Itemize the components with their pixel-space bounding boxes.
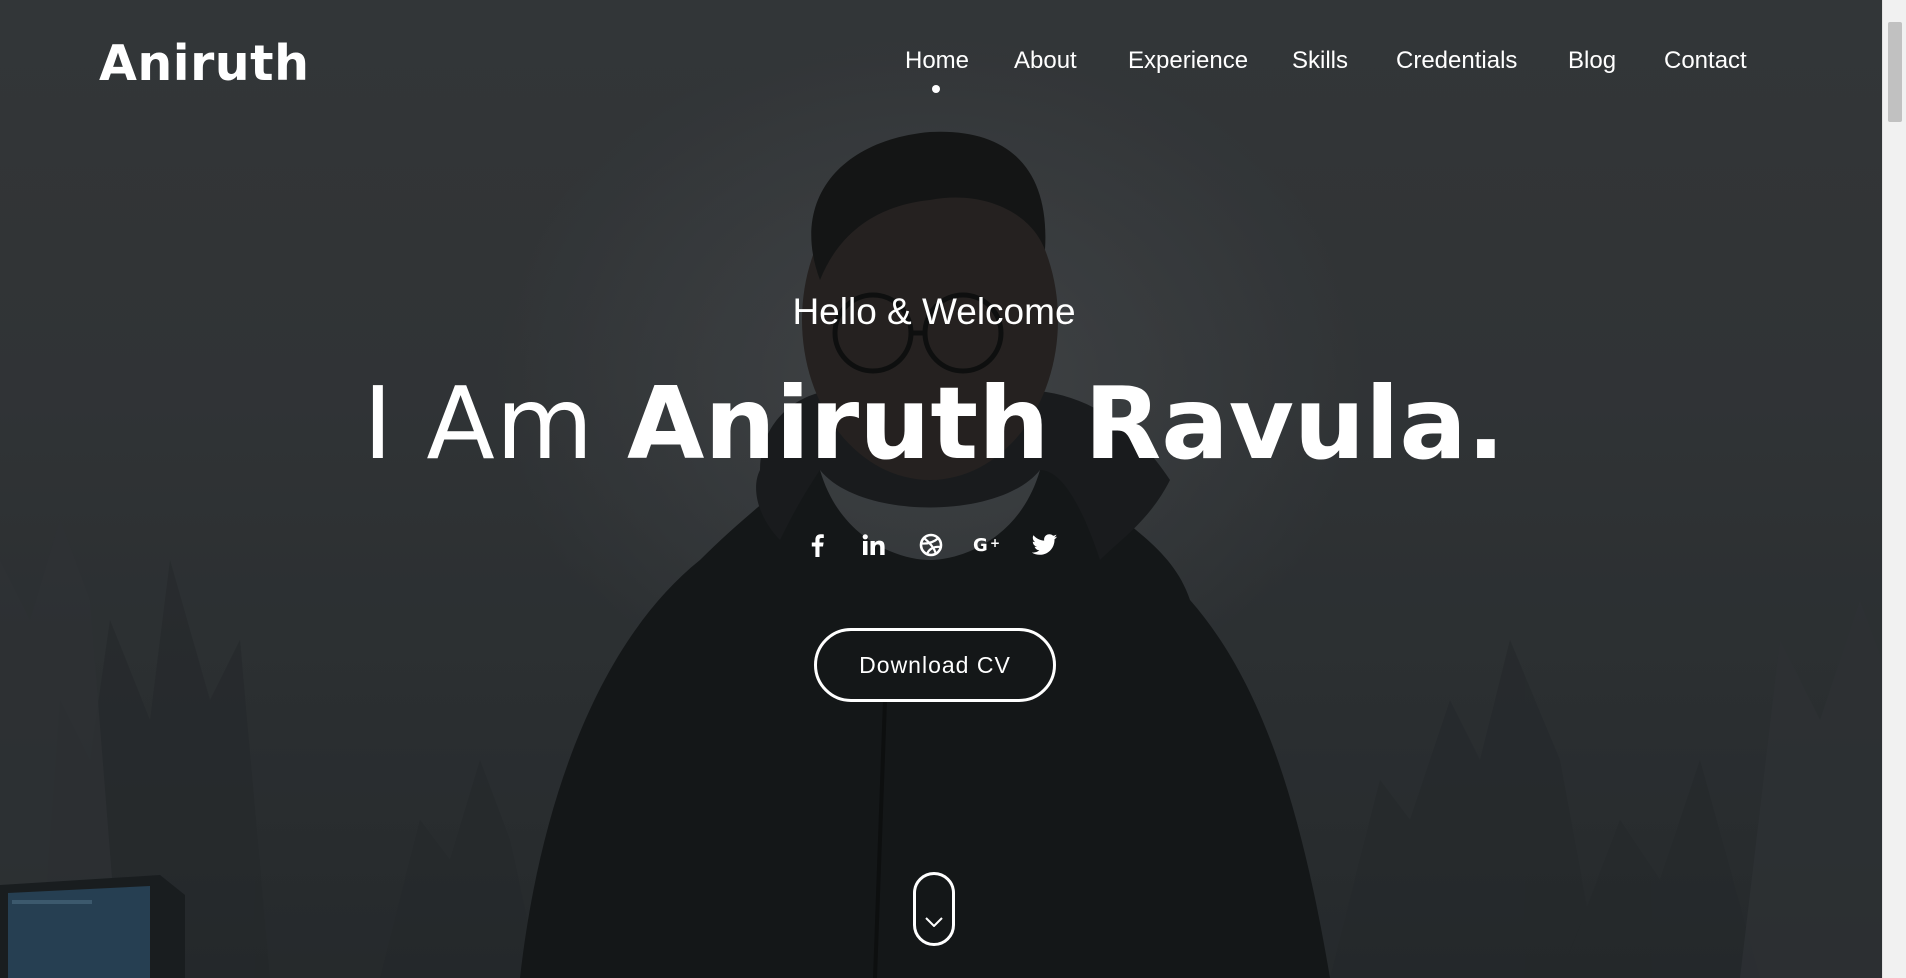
site-logo[interactable]: Aniruth	[99, 30, 309, 98]
chevron-down-icon	[925, 912, 943, 931]
scroll-down-button[interactable]	[913, 872, 955, 946]
google-plus-icon[interactable]: G +	[971, 528, 1005, 562]
headline-name: Aniruth Ravula.	[627, 365, 1505, 482]
nav-item-blog[interactable]: Blog	[1568, 44, 1616, 78]
svg-text:G: G	[973, 535, 988, 556]
scrollbar-thumb[interactable]	[1888, 22, 1902, 122]
nav-item-home[interactable]: Home	[905, 44, 969, 78]
nav-active-indicator	[932, 85, 940, 93]
page: Aniruth Home About Experience Skills Cre…	[0, 0, 1906, 978]
hero-headline: I Am Aniruth Ravula.	[0, 362, 1868, 486]
main-nav: Home About Experience Skills Credentials…	[880, 44, 1780, 93]
twitter-icon[interactable]	[1028, 528, 1062, 562]
nav-item-about[interactable]: About	[1014, 44, 1077, 78]
headline-prefix: I Am	[363, 365, 628, 482]
nav-item-experience[interactable]: Experience	[1128, 44, 1248, 78]
nav-item-credentials[interactable]: Credentials	[1396, 44, 1517, 78]
hero-dark-overlay	[0, 0, 1882, 978]
download-cv-button[interactable]: Download CV	[814, 628, 1056, 702]
hero-greeting: Hello & Welcome	[792, 291, 1076, 332]
page-scrollbar[interactable]	[1882, 0, 1906, 978]
nav-item-skills[interactable]: Skills	[1292, 44, 1348, 78]
svg-text:+: +	[990, 536, 1000, 550]
nav-item-contact[interactable]: Contact	[1664, 44, 1747, 78]
social-links: G +	[800, 528, 1070, 562]
dribbble-icon[interactable]	[914, 528, 948, 562]
linkedin-icon[interactable]	[857, 528, 891, 562]
facebook-icon[interactable]	[800, 528, 834, 562]
